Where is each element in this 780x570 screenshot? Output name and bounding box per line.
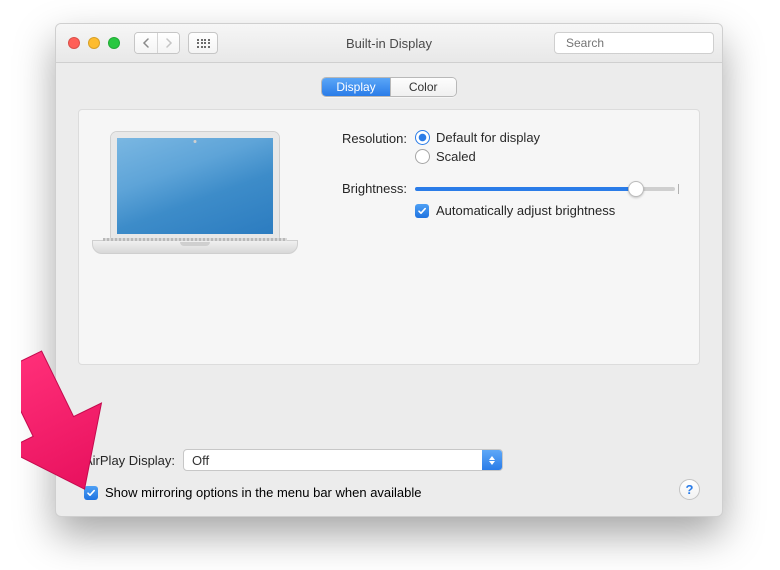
zoom-window-button[interactable] (108, 37, 120, 49)
content-area: Display Color Resolution: Default for di… (56, 63, 722, 516)
resolution-radio-group: Default for display Scaled (415, 130, 540, 164)
search-field-wrap[interactable] (554, 32, 714, 54)
search-input[interactable] (566, 36, 721, 50)
checkmark-icon (86, 488, 96, 498)
back-button[interactable] (135, 33, 157, 53)
tab-display[interactable]: Display (322, 78, 389, 96)
resolution-scaled-option[interactable]: Scaled (415, 149, 540, 164)
checkmark-icon (417, 206, 427, 216)
airplay-label: AirPlay Display: (84, 453, 175, 468)
tab-color[interactable]: Color (390, 78, 456, 96)
display-panel: Resolution: Default for display Scaled (78, 109, 700, 365)
laptop-screen-graphic (111, 132, 279, 240)
resolution-row: Resolution: Default for display Scaled (327, 130, 677, 164)
brightness-label: Brightness: (327, 180, 415, 196)
brightness-row: Brightness: Automatically adjust brightn… (327, 180, 677, 218)
auto-brightness-label: Automatically adjust brightness (436, 203, 615, 218)
chevron-right-icon (165, 38, 173, 48)
airplay-selected-value: Off (192, 453, 209, 468)
minimize-window-button[interactable] (88, 37, 100, 49)
display-options: Resolution: Default for display Scaled (327, 128, 677, 346)
close-window-button[interactable] (68, 37, 80, 49)
help-button[interactable]: ? (679, 479, 700, 500)
brightness-slider[interactable] (415, 187, 675, 191)
chevron-left-icon (142, 38, 150, 48)
forward-button[interactable] (157, 33, 179, 53)
checkbox-checked-icon (84, 486, 98, 500)
airplay-select[interactable]: Off (183, 449, 503, 471)
laptop-base-graphic (92, 240, 298, 254)
resolution-default-option[interactable]: Default for display (415, 130, 540, 145)
resolution-scaled-label: Scaled (436, 149, 476, 164)
checkbox-checked-icon (415, 204, 429, 218)
window-controls (68, 37, 120, 49)
monitor-preview (97, 128, 293, 346)
help-glyph: ? (686, 482, 694, 497)
radio-unchecked-icon (415, 149, 430, 164)
slider-knob[interactable] (628, 181, 644, 197)
show-all-button[interactable] (188, 32, 218, 54)
grid-icon (197, 39, 209, 48)
titlebar: Built-in Display (56, 24, 722, 63)
preferences-window: Built-in Display Display Color Resolutio… (55, 23, 723, 517)
resolution-default-label: Default for display (436, 130, 540, 145)
bottom-area: AirPlay Display: Off Show mirroring opti… (78, 449, 700, 500)
mirroring-option[interactable]: Show mirroring options in the menu bar w… (84, 485, 700, 500)
tab-bar: Display Color (78, 77, 700, 97)
airplay-row: AirPlay Display: Off (84, 449, 700, 471)
nav-back-forward (134, 32, 180, 54)
auto-brightness-option[interactable]: Automatically adjust brightness (415, 203, 675, 218)
select-stepper-icon (482, 450, 502, 470)
resolution-label: Resolution: (327, 130, 415, 146)
radio-checked-icon (415, 130, 430, 145)
mirroring-label: Show mirroring options in the menu bar w… (105, 485, 422, 500)
